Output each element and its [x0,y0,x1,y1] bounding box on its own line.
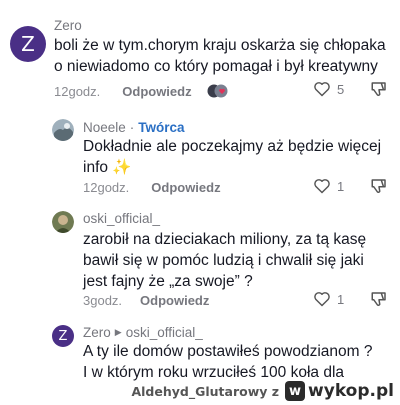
comment-text-line: A ty ile domów postawiłeś powodzianom ? [83,343,373,360]
comment-text-line: zarobił na dzieciakach miliony, za tą ka… [83,231,367,248]
username-text[interactable]: Zero [54,18,82,33]
reply-button[interactable]: Odpowiedz [140,293,209,308]
wykop-logo-text: wykop.pl [308,381,394,401]
comment-text-line: boli że w tym.chorym kraju oskarża się c… [54,37,386,54]
timestamp: 12godz. [54,83,101,99]
comment-text-line: jest fajny że „za swoje” ? [83,273,253,290]
footer-user-name: Aldehyd_Glutarowy [131,383,268,399]
heart-outline-icon [314,179,330,194]
footer-username: Aldehyd_Glutarowy z [131,384,279,399]
like-button[interactable]: 1 [313,178,344,194]
reaction-emojis[interactable] [206,83,230,99]
comment-meta: 12godz. Odpowiedz [83,180,221,195]
comment-text: boli że w tym.chorym kraju oskarża się c… [54,35,386,77]
reply-to-username[interactable]: oski_official_ [126,325,203,340]
reply-button[interactable]: Odpowiedz [151,180,220,195]
like-button[interactable]: 5 [313,81,344,97]
dislike-button[interactable] [370,290,388,313]
username-text[interactable]: Noeele [83,120,126,135]
heart-outline-icon [314,292,330,307]
avatar-image-icon [52,211,74,233]
comment-text: Dokładnie ale poczekajmy aż będzie więce… [83,136,381,178]
like-button[interactable]: 1 [313,291,344,307]
like-count: 1 [337,178,345,194]
comment-username[interactable]: Zero [54,18,82,33]
comment-text-line: bawił się w pomóc ludzią i chwalił się j… [83,252,364,269]
footer-user-suffix: z [271,383,280,399]
watermark-footer: Aldehyd_Glutarowy z w wykop.pl [0,377,400,405]
reply-button[interactable]: Odpowiedz [122,84,191,99]
comment-text: zarobił na dzieciakach miliony, za tą ka… [83,229,366,292]
comment-username[interactable]: oski_official_ [83,211,160,226]
avatar[interactable]: Z [10,26,46,62]
avatar[interactable]: Z [52,325,74,347]
like-count: 5 [337,81,345,97]
separator-dot: · [129,120,135,135]
avatar-image-icon [52,119,74,141]
comment-username[interactable]: Zero ▶ oski_official_ [83,325,203,340]
comment-username[interactable]: Noeele · Twórca [83,120,185,135]
wykop-logo: w wykop.pl [285,381,394,401]
heart-outline-icon [314,82,330,97]
like-count: 1 [337,291,345,307]
avatar[interactable] [52,119,74,141]
timestamp: 12godz. [83,180,130,195]
reply-arrow-icon: ▶ [114,327,122,337]
thumbs-down-icon [371,179,386,193]
dislike-button[interactable] [370,177,388,200]
username-text[interactable]: oski_official_ [83,211,160,226]
comment-text-line: info ✨ [83,159,132,176]
comment-text-line: o niewiadomo co który pomagał i był krea… [54,58,378,75]
comment-meta: 12godz. Odpowiedz [54,83,230,99]
username-text[interactable]: Zero [83,325,111,340]
thumbs-down-icon [371,82,386,96]
reaction-emoji-icon [207,84,228,98]
wykop-logo-icon: w [285,381,306,401]
thumbs-down-icon [371,292,386,306]
timestamp: 3godz. [83,293,123,308]
comment-text-line: Dokładnie ale poczekajmy aż będzie więce… [83,138,382,155]
avatar[interactable] [52,211,74,233]
comment-meta: 3godz. Odpowiedz [83,293,209,308]
creator-badge: Twórca [138,120,185,135]
dislike-button[interactable] [370,80,388,103]
